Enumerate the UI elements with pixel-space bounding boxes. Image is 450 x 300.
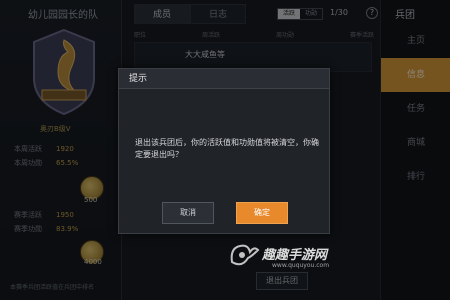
confirm-dialog: 提示 退出该兵团后，你的活跃值和功勋值将被清空，你确定要退出吗？ 取消 确定 bbox=[118, 68, 330, 234]
cancel-button[interactable]: 取消 bbox=[162, 202, 214, 224]
dialog-message: 退出该兵团后，你的活跃值和功勋值将被清空，你确定要退出吗？ bbox=[135, 138, 319, 159]
confirm-button[interactable]: 确定 bbox=[236, 202, 288, 224]
watermark-logo-icon bbox=[230, 244, 260, 266]
site-watermark: 趣趣手游网 www.ququyou.com bbox=[228, 238, 368, 274]
watermark-url: www.ququyou.com bbox=[272, 262, 330, 269]
watermark-text: 趣趣手游网 bbox=[262, 248, 328, 263]
dialog-title: 提示 bbox=[119, 69, 329, 89]
